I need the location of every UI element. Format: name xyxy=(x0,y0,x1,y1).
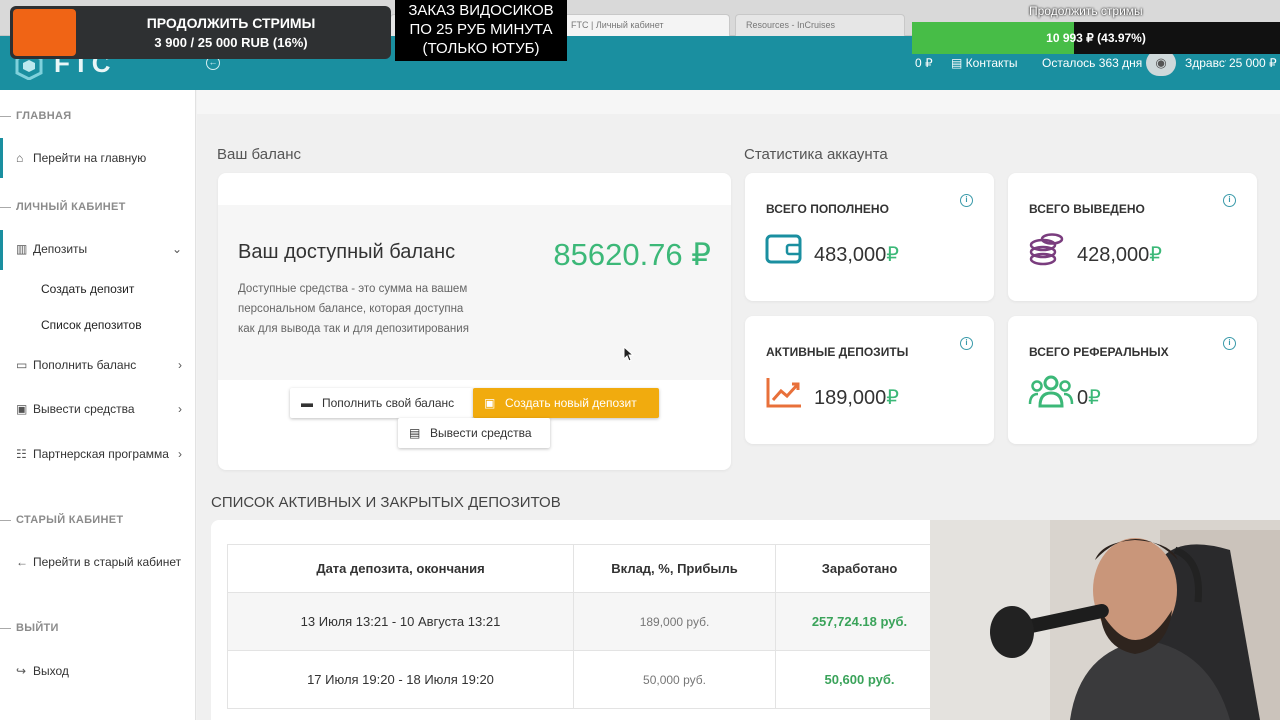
home-icon: ⌂ xyxy=(16,151,24,165)
column-header[interactable]: Вклад, %, Прибыль xyxy=(573,544,776,593)
goal-progress-text: 10 993 ₽ (43.97%) xyxy=(1046,31,1146,45)
sidebar-item-home[interactable]: ⌂ Перейти на главную xyxy=(16,149,186,167)
sidebar-active-indicator xyxy=(0,230,3,270)
deposit-icon: ▥ xyxy=(16,242,28,256)
chevron-right-icon: › xyxy=(178,402,182,416)
arrow-left-icon: ← xyxy=(16,555,28,569)
contacts-link[interactable]: ▤ Контакты xyxy=(951,56,1018,70)
deposit-dates: 17 Июля 19:20 - 18 Июля 19:20 xyxy=(227,650,574,709)
top-up-balance-button[interactable]: ▬ Пополнить свой баланс xyxy=(290,388,473,418)
info-icon[interactable]: i xyxy=(1223,337,1236,350)
balance-heading: Ваш доступный баланс xyxy=(238,241,456,263)
order-line: (ТОЛЬКО ЮТУБ) xyxy=(422,40,540,57)
stat-value: 428,000₽ xyxy=(1077,244,1163,266)
stat-label: ВСЕГО РЕФЕРАЛЬНЫХ xyxy=(1029,345,1169,359)
money-icon: ▤ xyxy=(409,426,421,440)
wallet-icon xyxy=(765,234,802,264)
chart-up-icon xyxy=(766,378,801,408)
video-order-overlay: ЗАКАЗ ВИДОСИКОВ ПО 25 РУБ МИНУТА (ТОЛЬКО… xyxy=(395,0,567,61)
stats-section-title: Статистика аккаунта xyxy=(744,146,888,163)
info-icon[interactable]: i xyxy=(1223,194,1236,207)
balance-amount: 85620.76 ₽ xyxy=(553,237,711,272)
money-icon: ▣ xyxy=(16,402,28,416)
balance-card: Ваш доступный баланс 85620.76 ₽ Доступны… xyxy=(218,173,731,470)
goal-bar-title: Продолжить стримы xyxy=(1029,4,1143,18)
info-icon[interactable]: i xyxy=(960,337,973,350)
users-icon: ☷ xyxy=(16,447,27,461)
stat-label: ВСЕГО ПОПОЛНЕНО xyxy=(766,202,889,216)
column-header[interactable]: Заработано xyxy=(775,544,944,593)
chevron-right-icon: › xyxy=(178,447,182,461)
stat-label: ВСЕГО ВЫВЕДЕНО xyxy=(1029,202,1145,216)
stat-card-total-deposited: ВСЕГО ПОПОЛНЕНО i 483,000₽ xyxy=(745,173,994,301)
deposit-amount: 50,000 руб. xyxy=(573,650,776,709)
logout-icon: ↪ xyxy=(16,664,27,678)
subscription-remaining: Осталось 363 дня xyxy=(1042,56,1143,70)
goal-target: 25 000 ₽ xyxy=(1226,56,1280,70)
stat-card-total-withdrawn: ВСЕГО ВЫВЕДЕНО i 428,000₽ xyxy=(1008,173,1257,301)
browser-tab-resources[interactable]: Resources - InCruises xyxy=(735,14,905,36)
browser-tab-ftc[interactable]: FTC | Личный кабинет xyxy=(560,14,730,36)
header-balance: 0 ₽ xyxy=(915,56,933,70)
balance-description: Доступные средства - это сумма на вашем … xyxy=(238,283,469,335)
sidebar-item-top-up[interactable]: ▭ Пополнить баланс › xyxy=(16,356,186,374)
table-row[interactable]: 13 Июля 13:21 - 10 Августа 13:21 189,000… xyxy=(227,592,944,651)
deposit-earned: 50,600 руб. xyxy=(775,650,944,709)
mouse-cursor-icon xyxy=(623,346,635,362)
sidebar-section-exit: ВЫЙТИ xyxy=(0,622,59,634)
table-row[interactable]: 17 Июля 19:20 - 18 Июля 19:20 50,000 руб… xyxy=(227,650,944,709)
sidebar-item-withdraw[interactable]: ▣ Вывести средства › xyxy=(16,400,186,418)
column-header[interactable]: Дата депозита, окончания xyxy=(227,544,574,593)
briefcase-icon: ▣ xyxy=(484,396,496,410)
stat-card-active-deposits: АКТИВНЫЕ ДЕПОЗИТЫ i 189,000₽ xyxy=(745,316,994,444)
deposits-table: Дата депозита, окончания Вклад, %, Прибы… xyxy=(227,544,944,709)
coins-icon xyxy=(1029,233,1064,266)
users-icon xyxy=(1028,375,1074,408)
deposit-amount: 189,000 руб. xyxy=(573,592,776,651)
sidebar-item-partner[interactable]: ☷ Партнерская программа › xyxy=(16,445,186,463)
sidebar-subitem-deposit-list[interactable]: Список депозитов xyxy=(41,318,142,332)
stat-value: 189,000₽ xyxy=(814,387,900,409)
sidebar-section-main: ГЛАВНАЯ xyxy=(0,110,71,122)
sidebar-item-old-cabinet[interactable]: ← Перейти в старый кабинет xyxy=(16,553,186,571)
sidebar-item-logout[interactable]: ↪ Выход xyxy=(16,662,186,680)
sidebar: ГЛАВНАЯ ⌂ Перейти на главную ЛИЧНЫЙ КАБИН… xyxy=(0,90,196,720)
table-header-row: Дата депозита, окончания Вклад, %, Прибы… xyxy=(227,544,944,593)
sidebar-subitem-create-deposit[interactable]: Создать депозит xyxy=(41,282,134,296)
donation-progress: 3 900 / 25 000 RUB (16%) xyxy=(154,35,308,50)
donation-accent-block xyxy=(13,9,76,56)
sidebar-active-indicator xyxy=(0,138,3,178)
donation-title: ПРОДОЛЖИТЬ СТРИМЫ xyxy=(146,15,316,31)
order-line: ЗАКАЗ ВИДОСИКОВ xyxy=(408,2,554,19)
create-deposit-button[interactable]: ▣ Создать новый депозит xyxy=(473,388,659,418)
goal-progress-bar: 10 993 ₽ (43.97%) xyxy=(912,22,1280,54)
contacts-icon: ▤ xyxy=(951,56,966,70)
stat-label: АКТИВНЫЕ ДЕПОЗИТЫ xyxy=(766,345,909,359)
sidebar-section-cabinet: ЛИЧНЫЙ КАБИНЕТ xyxy=(0,201,126,213)
order-line: ПО 25 РУБ МИНУТА xyxy=(409,21,553,38)
sidebar-section-old: СТАРЫЙ КАБИНЕТ xyxy=(0,514,123,526)
balance-section-title: Ваш баланс xyxy=(217,146,302,163)
card-icon: ▭ xyxy=(16,358,28,372)
chevron-down-icon: ⌄ xyxy=(171,242,182,256)
deposit-earned: 257,724.18 руб. xyxy=(775,592,944,651)
webcam-image xyxy=(930,520,1280,720)
webcam-feed xyxy=(930,520,1280,720)
sidebar-item-deposits[interactable]: ▥ Депозиты ⌄ xyxy=(16,240,186,258)
balance-panel: Ваш доступный баланс 85620.76 ₽ Доступны… xyxy=(218,205,731,380)
donation-goal-overlay: ПРОДОЛЖИТЬ СТРИМЫ 3 900 / 25 000 RUB (16… xyxy=(10,6,391,59)
deposits-section-title: СПИСОК АКТИВНЫХ И ЗАКРЫТЫХ ДЕПОЗИТОВ xyxy=(211,494,561,511)
stat-card-total-referrals: ВСЕГО РЕФЕРАЛЬНЫХ i 0₽ xyxy=(1008,316,1257,444)
withdraw-button[interactable]: ▤ Вывести средства xyxy=(398,418,550,448)
info-icon[interactable]: i xyxy=(960,194,973,207)
stat-value: 483,000₽ xyxy=(814,244,900,266)
deposit-dates: 13 Июля 13:21 - 10 Августа 13:21 xyxy=(227,592,574,651)
stat-value: 0₽ xyxy=(1077,387,1101,409)
breadcrumb xyxy=(197,90,1280,114)
card-icon: ▬ xyxy=(301,396,313,410)
chevron-right-icon: › xyxy=(178,358,182,372)
